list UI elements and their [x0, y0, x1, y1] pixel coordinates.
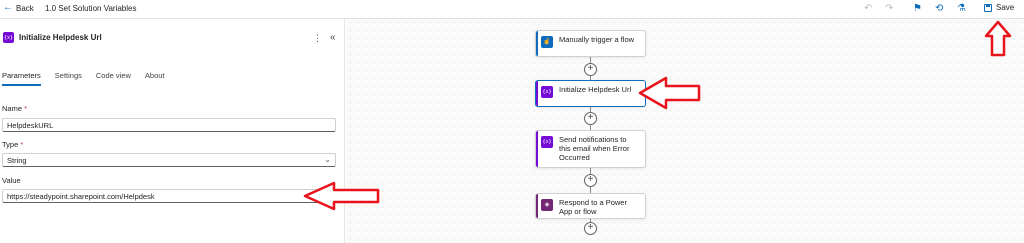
variable-icon: {x} — [3, 32, 14, 43]
panel-header: {x} Initialize Helpdesk Url — [3, 32, 102, 43]
flow-step-send-notifications[interactable]: {x} Send notifications to this email whe… — [535, 130, 646, 168]
undo-icon[interactable]: ↶ — [864, 3, 872, 15]
save-button[interactable]: Save — [984, 3, 1014, 12]
save-label: Save — [996, 3, 1015, 12]
type-select[interactable]: String ⌄ — [2, 153, 336, 167]
name-field[interactable]: HelpdeskURL — [2, 118, 336, 132]
redo-icon[interactable]: ↷ — [885, 3, 893, 15]
back-arrow-icon: ← — [3, 2, 13, 13]
add-step-button[interactable]: + — [584, 222, 597, 235]
flow-title: 1.0 Set Solution Variables — [45, 4, 137, 13]
name-label: Name * — [2, 104, 28, 113]
tab-about[interactable]: About — [145, 71, 165, 86]
step-accent-bar — [536, 194, 538, 218]
tab-code-view[interactable]: Code view — [96, 71, 131, 86]
collapse-panel-icon[interactable]: « — [330, 32, 336, 43]
value-field[interactable]: https://steadypoint.sharepoint.com/Helpd… — [2, 189, 336, 203]
top-bar: ← Back 1.0 Set Solution Variables ↶ ↷ ⚑ … — [0, 0, 1024, 19]
action-properties-panel: {x} Initialize Helpdesk Url ⋮ « Paramete… — [0, 19, 345, 243]
add-step-button[interactable]: + — [584, 112, 597, 125]
type-label: Type * — [2, 140, 24, 149]
tab-settings[interactable]: Settings — [55, 71, 82, 86]
step-accent-bar — [536, 31, 538, 56]
back-button[interactable]: ← Back — [3, 3, 34, 13]
trigger-icon: ☝ — [541, 36, 553, 48]
step-label: Send notifications to this email when Er… — [559, 135, 630, 162]
powerapps-icon: ◈ — [541, 199, 553, 211]
add-step-button[interactable]: + — [584, 63, 597, 76]
back-label: Back — [16, 3, 34, 13]
flow-canvas[interactable] — [346, 19, 1024, 243]
test-flow-icon[interactable]: ⚗ — [957, 3, 966, 15]
flow-checker-icon[interactable]: ⚑ — [913, 3, 922, 15]
step-label: Initialize Helpdesk Url — [559, 85, 632, 94]
flow-step-respond-power-app[interactable]: ◈ Respond to a Power App or flow — [535, 193, 646, 219]
variable-icon: {x} — [541, 136, 553, 148]
step-label: Manually trigger a flow — [559, 35, 635, 44]
variable-icon: {x} — [541, 86, 553, 98]
save-icon — [984, 3, 992, 12]
add-step-button[interactable]: + — [584, 174, 597, 187]
step-accent-bar — [536, 81, 538, 106]
panel-tabs: Parameters Settings Code view About — [2, 71, 165, 86]
more-options-icon[interactable]: ⋮ — [313, 33, 322, 44]
panel-title[interactable]: Initialize Helpdesk Url — [19, 33, 102, 42]
step-label: Respond to a Power App or flow — [559, 198, 627, 216]
step-accent-bar — [536, 131, 538, 167]
flow-step-trigger[interactable]: ☝ Manually trigger a flow — [535, 30, 646, 57]
chevron-down-icon: ⌄ — [324, 155, 331, 164]
flow-step-initialize-helpdesk-url[interactable]: {x} Initialize Helpdesk Url — [535, 80, 646, 107]
tab-parameters[interactable]: Parameters — [2, 71, 41, 86]
version-history-icon[interactable]: ⟲ — [935, 3, 943, 15]
value-label: Value — [2, 176, 21, 185]
